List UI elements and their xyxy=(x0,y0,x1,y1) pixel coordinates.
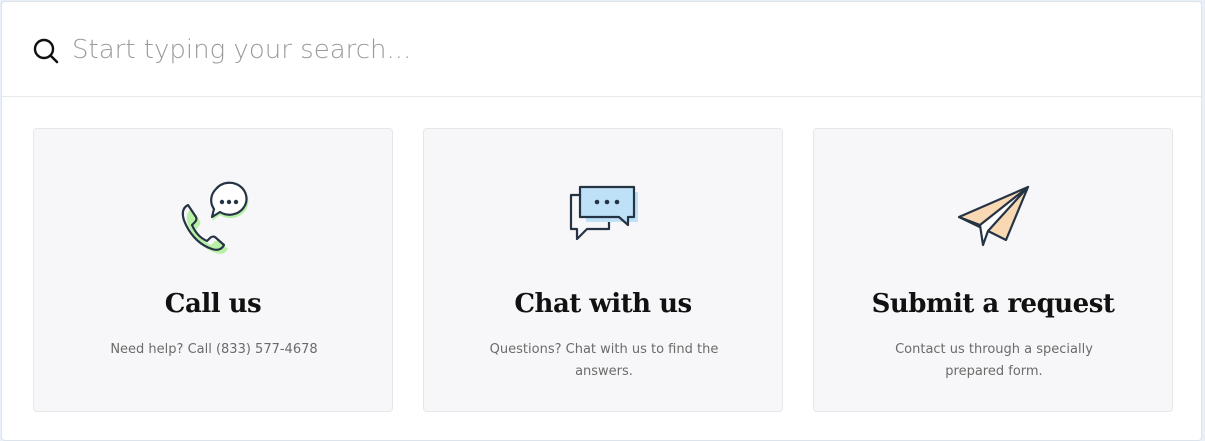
card-title: Chat with us xyxy=(514,289,692,319)
submit-request-card[interactable]: Submit a request Contact us through a sp… xyxy=(813,128,1173,412)
contact-options-panel: Call us Need help? Call (833) 577-4678 C… xyxy=(1,1,1202,441)
chat-bubbles-icon xyxy=(569,185,638,241)
search-icon[interactable] xyxy=(32,37,60,65)
search-bar xyxy=(2,2,1201,97)
phone-chat-icon xyxy=(181,181,249,254)
card-description: Questions? Chat with us to find the answ… xyxy=(489,342,719,379)
call-us-card[interactable]: Call us Need help? Call (833) 577-4678 xyxy=(33,128,393,412)
card-description: Need help? Call (833) 577-4678 xyxy=(110,342,318,357)
paper-plane-icon xyxy=(957,185,1030,247)
card-title: Submit a request xyxy=(871,289,1115,319)
search-input[interactable] xyxy=(72,24,1172,76)
chat-with-us-card[interactable]: Chat with us Questions? Chat with us to … xyxy=(423,128,783,412)
card-description: Contact us through a specially prepared … xyxy=(895,342,1093,379)
card-title: Call us xyxy=(164,289,262,319)
